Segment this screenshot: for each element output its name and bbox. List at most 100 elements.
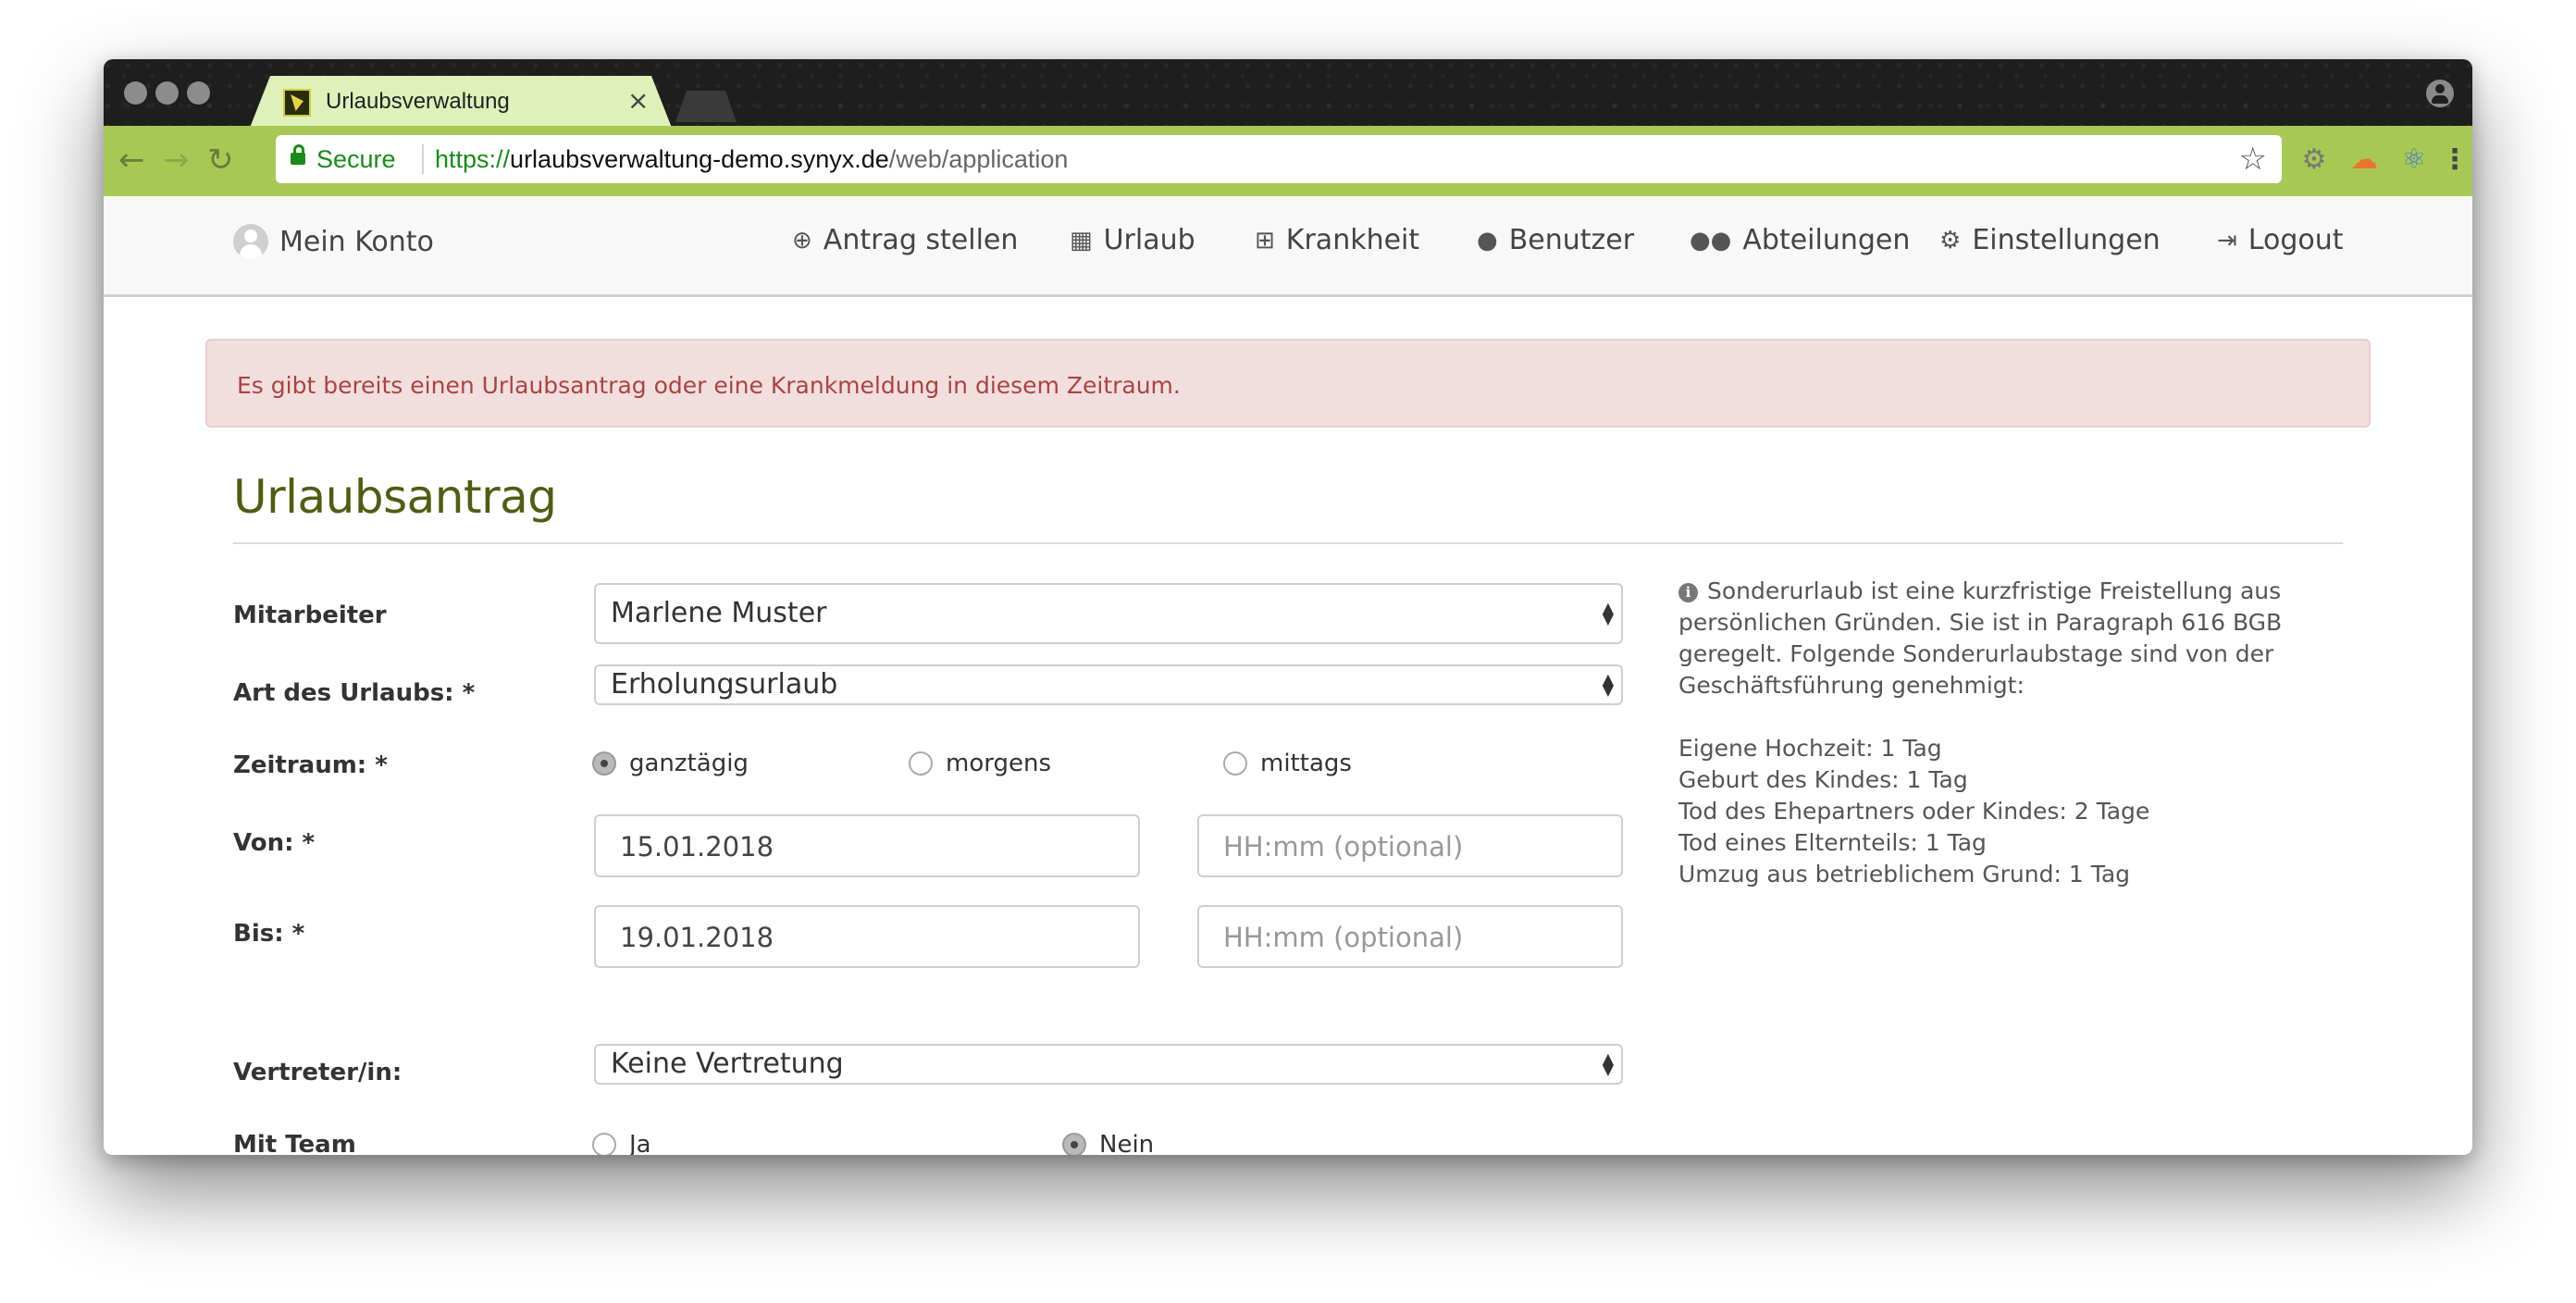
sign-out-icon: ⇥ (2217, 226, 2237, 254)
app-navbar: Mein Konto ⊕ Antrag stellen ▦ Urlaub ⊞ K… (104, 196, 2472, 297)
error-alert: Es gibt bereits einen Urlaubsantrag oder… (205, 339, 2371, 428)
info-list-item: Eigene Hochzeit: 1 Tag (1678, 735, 1942, 762)
nav-my-account[interactable]: Mein Konto (233, 224, 434, 259)
nav-vacation-label: Urlaub (1103, 224, 1195, 256)
extension-cloud-icon[interactable]: ☁ (2348, 144, 2380, 176)
period-noon-radio[interactable] (1223, 751, 1247, 776)
period-morning-option[interactable]: morgens (909, 750, 1051, 777)
browser-menu-icon[interactable]: ⋮ (2439, 144, 2471, 176)
substitute-select[interactable]: Keine Vertretung ▲ ▼ (594, 1044, 1623, 1085)
nav-settings[interactable]: ⚙ Einstellungen (1939, 224, 2161, 256)
back-arrow-icon[interactable]: ← (118, 143, 145, 178)
select-arrows-icon: ▲ ▼ (1602, 599, 1614, 627)
address-separator (422, 144, 424, 174)
to-label: Bis: * (233, 920, 305, 948)
favicon-icon (283, 89, 311, 117)
medkit-icon: ⊞ (1255, 226, 1275, 254)
period-full-day-radio[interactable] (592, 751, 616, 776)
info-text-line: i Sonderurlaub ist eine kurzfristige Frei… (1678, 576, 2345, 607)
team-no-option[interactable]: Nein (1062, 1131, 1154, 1155)
nav-sickness[interactable]: ⊞ Krankheit (1255, 224, 1419, 256)
info-text-line: persönlichen Gründen. Sie ist in Paragra… (1678, 609, 2283, 636)
new-tab-button[interactable] (675, 91, 737, 122)
address-bar[interactable]: Secure https://urlaubsverwaltung-demo.sy… (276, 135, 2282, 183)
forward-arrow-icon[interactable]: → (163, 143, 190, 178)
employee-label: Mitarbeiter (233, 602, 387, 629)
special-leave-info: i Sonderurlaub ist eine kurzfristige Frei… (1678, 576, 2345, 890)
team-yes-label: Ja (629, 1131, 651, 1155)
browser-tab[interactable]: Urlaubsverwaltung × (250, 76, 672, 128)
team-label: Mit Team (233, 1131, 356, 1155)
nav-my-account-label: Mein Konto (279, 225, 434, 258)
browser-toolbar: ← → ↻ Secure https://urlaubsverwaltung-d… (104, 126, 2472, 196)
nav-new-application-label: Antrag stellen (823, 224, 1019, 256)
nav-logout-label: Logout (2248, 224, 2344, 256)
to-date-input[interactable]: 19.01.2018 (594, 905, 1140, 968)
vacation-type-select-value: Erholungsurlaub (611, 668, 838, 701)
tab-strip: Urlaubsverwaltung × (104, 59, 2472, 128)
vacation-type-label: Art des Urlaubs: * (233, 679, 476, 707)
user-icon: ● (1477, 226, 1498, 254)
team-no-label: Nein (1099, 1131, 1155, 1155)
team-no-radio[interactable] (1062, 1133, 1086, 1155)
profile-icon[interactable] (2426, 80, 2454, 107)
maximize-window-button[interactable] (187, 81, 210, 105)
nav-vacation[interactable]: ▦ Urlaub (1070, 224, 1195, 256)
tab-title: Urlaubsverwaltung (326, 89, 510, 114)
period-noon-label: mittags (1260, 750, 1352, 777)
page-content: Mein Konto ⊕ Antrag stellen ▦ Urlaub ⊞ K… (104, 196, 2472, 1155)
page-title: Urlaubsantrag (233, 470, 557, 524)
substitute-label: Vertreter/in: (233, 1059, 402, 1086)
nav-departments-label: Abteilungen (1742, 224, 1911, 256)
plus-circle-icon: ⊕ (792, 226, 812, 254)
secure-label: Secure (316, 145, 396, 173)
info-list-item: Geburt des Kindes: 1 Tag (1678, 766, 1968, 793)
info-list-item: Umzug aus betrieblichem Grund: 1 Tag (1678, 861, 2131, 887)
from-date-input[interactable]: 15.01.2018 (594, 814, 1140, 877)
url-host: urlaubsverwaltung-demo.synyx.de (510, 145, 889, 173)
tab-close-icon[interactable]: × (627, 85, 649, 116)
minimize-window-button[interactable] (155, 81, 179, 105)
reload-icon[interactable]: ↻ (207, 143, 234, 178)
url-scheme: https:// (435, 145, 511, 173)
period-morning-radio[interactable] (909, 751, 933, 776)
info-circle-icon: i (1678, 583, 1698, 602)
employee-select[interactable]: Marlene Muster ▲ ▼ (594, 583, 1623, 644)
calendar-icon: ▦ (1070, 226, 1093, 254)
nav-departments[interactable]: ●● Abteilungen (1690, 224, 1910, 256)
employee-select-value: Marlene Muster (611, 597, 827, 629)
period-noon-option[interactable]: mittags (1223, 750, 1352, 777)
close-window-button[interactable] (124, 81, 147, 105)
period-morning-label: morgens (946, 750, 1051, 777)
select-arrows-icon: ▲ ▼ (1602, 1049, 1614, 1078)
period-full-day-label: ganztägig (629, 750, 749, 777)
nav-users[interactable]: ● Benutzer (1477, 224, 1634, 256)
period-full-day-option[interactable]: ganztägig (592, 750, 749, 777)
react-devtools-icon[interactable]: ⚛ (2398, 144, 2430, 176)
browser-window: Urlaubsverwaltung × ← → ↻ Secure https:/… (104, 59, 2472, 1155)
url-path: /web/application (888, 145, 1069, 173)
nav-settings-label: Einstellungen (1972, 224, 2161, 256)
nav-sickness-label: Krankheit (1285, 224, 1420, 256)
info-list-item: Tod des Ehepartners oder Kindes: 2 Tage (1678, 798, 2150, 825)
period-label: Zeitraum: * (233, 751, 388, 779)
from-label: Von: * (233, 829, 316, 857)
from-time-input[interactable]: HH:mm (optional) (1197, 814, 1623, 877)
avatar (233, 224, 268, 259)
team-yes-option[interactable]: Ja (592, 1131, 651, 1155)
info-text-line: Geschäftsführung genehmigt: (1678, 672, 2025, 699)
info-text-line: geregelt. Folgende Sonderurlaubstage sin… (1678, 640, 2274, 667)
substitute-select-value: Keine Vertretung (611, 1048, 844, 1080)
lock-icon (291, 144, 305, 165)
cog-icon: ⚙ (1939, 226, 1962, 254)
extension-gear-icon[interactable]: ⚙ (2298, 144, 2330, 176)
url-text[interactable]: https://urlaubsverwaltung-demo.synyx.de/… (435, 145, 1068, 174)
nav-users-label: Benutzer (1508, 224, 1635, 256)
team-yes-radio[interactable] (592, 1133, 616, 1155)
to-time-input[interactable]: HH:mm (optional) (1197, 905, 1623, 968)
nav-new-application[interactable]: ⊕ Antrag stellen (792, 224, 1018, 256)
nav-logout[interactable]: ⇥ Logout (2217, 224, 2344, 256)
vacation-type-select[interactable]: Erholungsurlaub ▲ ▼ (594, 664, 1623, 705)
title-divider (233, 542, 2343, 544)
bookmark-star-icon[interactable]: ☆ (2239, 141, 2267, 178)
